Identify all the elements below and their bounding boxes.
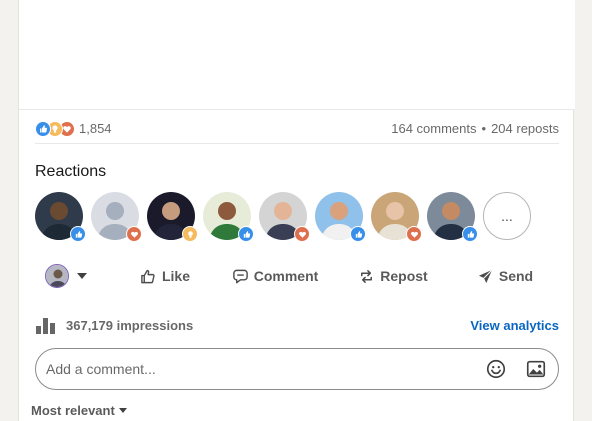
reactor-avatar[interactable]: [315, 192, 366, 242]
love-reaction-icon: [294, 226, 310, 242]
comment-input-tools: [468, 357, 548, 381]
like-button[interactable]: Like: [115, 258, 215, 294]
chevron-down-icon: [118, 408, 127, 413]
reactor-avatar[interactable]: [147, 192, 198, 242]
repost-button[interactable]: Repost: [335, 258, 451, 294]
chevron-down-icon: [77, 273, 87, 279]
like-reaction-icon: [350, 226, 366, 242]
view-analytics-link[interactable]: View analytics: [470, 318, 559, 333]
actor-avatar: [45, 264, 69, 288]
reactor-avatar[interactable]: [427, 192, 478, 242]
post-card: 1,854 164 comments • 204 reposts Reactio…: [18, 0, 575, 421]
like-reaction-icon: [35, 120, 51, 137]
repost-label: Repost: [380, 268, 428, 284]
sort-label: Most relevant: [31, 403, 115, 418]
comments-count-link[interactable]: 164 comments: [391, 121, 476, 136]
more-reactions-button[interactable]: ...: [483, 192, 531, 240]
send-icon: [478, 268, 493, 283]
reactions-heading: Reactions: [35, 163, 107, 180]
impressions-count: 367,179 impressions: [66, 317, 194, 333]
like-reaction-icon: [70, 226, 86, 242]
love-reaction-icon: [126, 226, 142, 242]
separator-dot: •: [481, 121, 487, 136]
comment-label: Comment: [253, 268, 319, 284]
impressions-stat[interactable]: 367,179 impressions: [35, 316, 193, 334]
comment-input[interactable]: Add a comment...: [46, 361, 156, 377]
post-actions-bar: Like Comment Repost Send: [35, 258, 559, 294]
comment-button[interactable]: Comment: [215, 258, 335, 294]
reactor-avatar[interactable]: [91, 192, 142, 242]
reposts-count-link[interactable]: 204 reposts: [491, 121, 559, 136]
reactor-avatars: ...: [35, 192, 531, 242]
impressions-row: 367,179 impressions View analytics: [35, 313, 559, 337]
comment-icon: [232, 269, 248, 283]
reactions-summary[interactable]: 1,854: [35, 120, 112, 137]
comment-sort-dropdown[interactable]: Most relevant: [31, 403, 127, 418]
thumbs-up-icon: [141, 269, 155, 283]
repost-icon: [361, 269, 373, 283]
image-icon[interactable]: [524, 357, 548, 381]
reactor-avatar[interactable]: [259, 192, 310, 242]
reactor-avatar[interactable]: [371, 192, 422, 242]
like-reaction-icon: [238, 226, 254, 242]
comment-repost-counts: 164 comments • 204 reposts: [391, 121, 559, 136]
post-media[interactable]: [19, 0, 575, 110]
social-counts-bar: 1,854 164 comments • 204 reposts: [35, 116, 559, 144]
emoji-icon[interactable]: [484, 357, 508, 381]
like-reaction-icon: [462, 226, 478, 242]
bar-chart-icon: [36, 318, 55, 334]
send-button[interactable]: Send: [451, 258, 559, 294]
love-reaction-icon: [406, 226, 422, 242]
insight-reaction-icon: [182, 226, 198, 242]
actor-switcher[interactable]: [35, 264, 115, 288]
send-label: Send: [498, 268, 534, 284]
reaction-count[interactable]: 1,854: [79, 121, 112, 136]
comment-input-box[interactable]: Add a comment...: [35, 348, 559, 390]
reactor-avatar[interactable]: [203, 192, 254, 242]
reactor-avatar[interactable]: [35, 192, 86, 242]
like-label: Like: [161, 268, 190, 284]
